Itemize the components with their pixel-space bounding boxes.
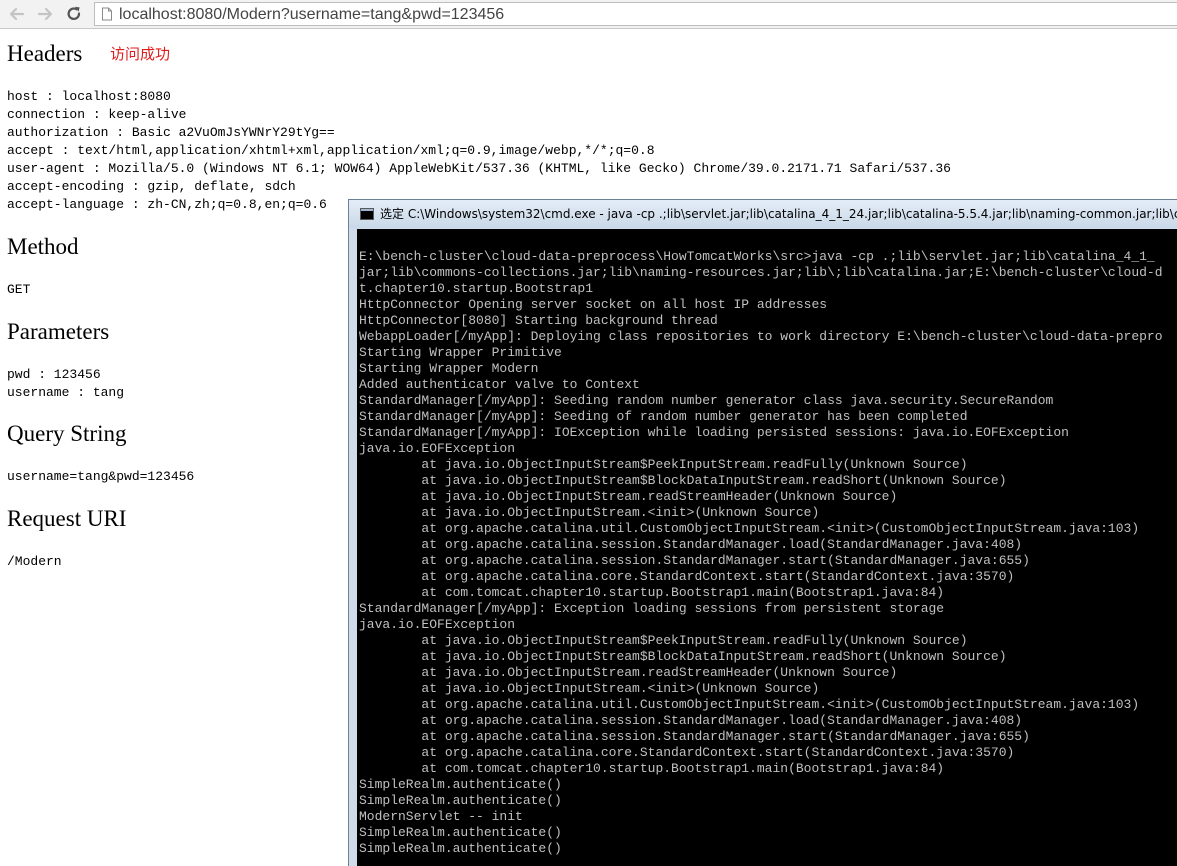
query-string-value: username=tang&pwd=123456 — [7, 469, 195, 484]
query-string-heading: Query String — [7, 421, 127, 446]
cmd-title-bar[interactable]: 选定 C:\Windows\system32\cmd.exe - java -c… — [349, 200, 1177, 228]
screen: localhost:8080/Modern?username=tang&pwd=… — [0, 0, 1177, 866]
console-line: at java.io.ObjectInputStream$PeekInputSt… — [359, 457, 968, 472]
address-bar[interactable]: localhost:8080/Modern?username=tang&pwd=… — [94, 2, 1177, 26]
cmd-window[interactable]: 选定 C:\Windows\system32\cmd.exe - java -c… — [348, 199, 1177, 866]
console-line: Starting Wrapper Primitive — [359, 345, 562, 360]
page-icon — [102, 7, 112, 21]
console-line: at java.io.ObjectInputStream.readStreamH… — [359, 489, 898, 504]
console-line: StandardManager[/myApp]: Seeding of rand… — [359, 409, 968, 424]
console-line: StandardManager[/myApp]: Seeding random … — [359, 393, 1054, 408]
request-uri-heading: Request URI — [7, 506, 127, 531]
console-line: jar;lib\commons-collections.jar;lib\nami… — [359, 265, 1163, 280]
console-line: ModernServlet -- init — [359, 809, 523, 824]
header-line: accept : text/html,application/xhtml+xml… — [7, 143, 655, 158]
arrow-left-icon[interactable] — [6, 3, 28, 25]
arrow-right-icon[interactable] — [34, 3, 56, 25]
console-line: at java.io.ObjectInputStream$BlockDataIn… — [359, 649, 1007, 664]
console-line: Added authenticator valve to Context — [359, 377, 640, 392]
console-line: Starting Wrapper Modern — [359, 361, 539, 376]
console-icon — [360, 208, 374, 220]
console-line: SimpleRealm.authenticate() — [359, 777, 562, 792]
reload-icon[interactable] — [63, 3, 85, 25]
parameters-heading: Parameters — [7, 319, 110, 344]
console-line: at com.tomcat.chapter10.startup.Bootstra… — [359, 761, 945, 776]
header-line: connection : keep-alive — [7, 107, 187, 122]
console-line: at java.io.ObjectInputStream.readStreamH… — [359, 665, 898, 680]
console-line: at java.io.ObjectInputStream$PeekInputSt… — [359, 633, 968, 648]
console-line: java.io.EOFException — [359, 441, 516, 456]
console-line: at org.apache.catalina.core.StandardCont… — [359, 569, 1015, 584]
console-line: StandardManager[/myApp]: Exception loadi… — [359, 601, 945, 616]
console-line: WebappLoader[/myApp]: Deploying class re… — [359, 329, 1163, 344]
method-value: GET — [7, 282, 31, 297]
console-line: t.chapter10.startup.Bootstrap1 — [359, 281, 594, 296]
console-line: at org.apache.catalina.session.StandardM… — [359, 729, 1030, 744]
parameter-line: username : tang — [7, 385, 125, 400]
console-line: at java.io.ObjectInputStream.<init>(Unkn… — [359, 505, 820, 520]
console-line: E:\bench-cluster\cloud-data-preprocess\H… — [359, 249, 1155, 264]
header-line: accept-encoding : gzip, deflate, sdch — [7, 179, 296, 194]
console-line: java.io.EOFException — [359, 617, 516, 632]
url-text: localhost:8080/Modern?username=tang&pwd=… — [119, 6, 505, 23]
console-output[interactable]: E:\bench-cluster\cloud-data-preprocess\H… — [357, 229, 1177, 866]
console-line: SimpleRealm.authenticate() — [359, 841, 562, 856]
console-line: StandardManager[/myApp]: IOException whi… — [359, 425, 1069, 440]
console-line: at org.apache.catalina.util.CustomObject… — [359, 521, 1140, 536]
header-line: host : localhost:8080 — [7, 89, 171, 104]
console-line: at org.apache.catalina.session.StandardM… — [359, 713, 1023, 728]
console-line: at java.io.ObjectInputStream.<init>(Unkn… — [359, 681, 820, 696]
console-line: at org.apache.catalina.util.CustomObject… — [359, 697, 1140, 712]
browser-toolbar: localhost:8080/Modern?username=tang&pwd=… — [0, 0, 1177, 29]
header-line: authorization : Basic a2VuOmJsYWNrY29tYg… — [7, 125, 335, 140]
console-line: SimpleRealm.authenticate() — [359, 793, 562, 808]
cmd-title-text: 选定 C:\Windows\system32\cmd.exe - java -c… — [380, 207, 1177, 221]
parameter-line: pwd : 123456 — [7, 367, 101, 382]
header-line: accept-language : zh-CN,zh;q=0.8,en;q=0.… — [7, 197, 327, 212]
headers-heading: Headers — [7, 41, 83, 66]
console-line: at org.apache.catalina.core.StandardCont… — [359, 745, 1015, 760]
console-line: at org.apache.catalina.session.StandardM… — [359, 537, 1023, 552]
console-line: at java.io.ObjectInputStream$BlockDataIn… — [359, 473, 1007, 488]
console-line: at com.tomcat.chapter10.startup.Bootstra… — [359, 585, 945, 600]
console-line: at org.apache.catalina.session.StandardM… — [359, 553, 1030, 568]
method-heading: Method — [7, 234, 79, 259]
console-line: HttpConnector[8080] Starting background … — [359, 313, 718, 328]
console-line: SimpleRealm.authenticate() — [359, 825, 562, 840]
console-line: HttpConnector Opening server socket on a… — [359, 297, 828, 312]
success-message: 访问成功 — [110, 45, 171, 63]
header-line: user-agent : Mozilla/5.0 (Windows NT 6.1… — [7, 161, 951, 176]
request-uri-value: /Modern — [7, 554, 62, 569]
